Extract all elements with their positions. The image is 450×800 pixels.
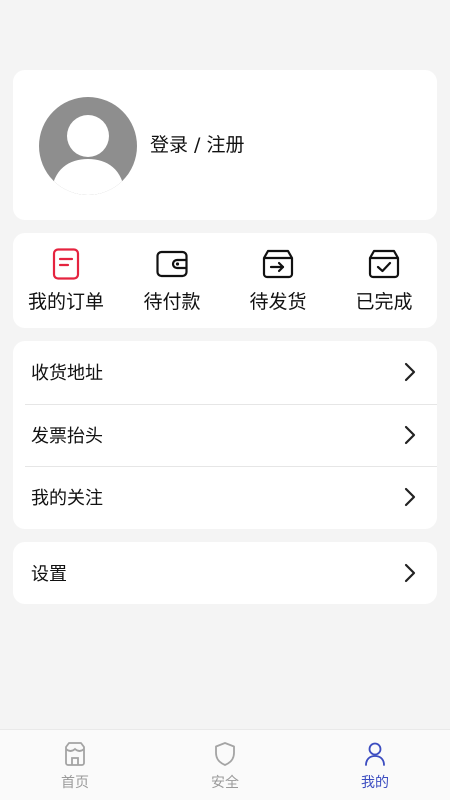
chevron-right-icon xyxy=(404,425,416,444)
tab-security[interactable]: 安全 xyxy=(150,730,300,800)
menu-item-address[interactable]: 收货地址 xyxy=(13,341,437,404)
shipping-box-icon xyxy=(262,249,294,279)
menu-item-settings[interactable]: 设置 xyxy=(13,542,437,604)
avatar[interactable] xyxy=(39,97,137,195)
my-orders-button[interactable]: 我的订单 xyxy=(13,233,119,328)
settings-card: 设置 xyxy=(13,542,437,604)
pending-shipment-button[interactable]: 待发货 xyxy=(225,233,331,328)
bottom-tab-bar: 首页 安全 我的 xyxy=(0,729,450,800)
chevron-right-icon xyxy=(404,363,416,382)
pending-payment-label: 待付款 xyxy=(143,291,201,313)
tab-mine[interactable]: 我的 xyxy=(300,730,450,800)
pending-shipment-label: 待发货 xyxy=(249,291,307,313)
shield-icon xyxy=(215,742,235,766)
home-icon xyxy=(65,742,85,766)
completed-button[interactable]: 已完成 xyxy=(331,233,437,328)
my-orders-label: 我的订单 xyxy=(27,291,104,313)
avatar-silhouette-icon xyxy=(51,115,125,195)
menu-item-label: 发票抬头 xyxy=(31,425,103,447)
wallet-icon xyxy=(156,250,188,278)
tab-home[interactable]: 首页 xyxy=(0,730,150,800)
menu-item-following[interactable]: 我的关注 xyxy=(13,466,437,529)
completed-label: 已完成 xyxy=(355,291,413,313)
profile-card[interactable]: 登录 / 注册 xyxy=(13,70,437,220)
menu-item-label: 我的关注 xyxy=(31,488,103,510)
settings-label: 设置 xyxy=(31,564,67,585)
user-icon xyxy=(365,742,385,766)
tab-security-label: 安全 xyxy=(211,775,239,791)
completed-box-icon xyxy=(368,249,400,279)
order-list-icon xyxy=(52,248,80,280)
tab-mine-label: 我的 xyxy=(361,775,389,791)
chevron-right-icon xyxy=(404,488,416,507)
tab-home-label: 首页 xyxy=(61,775,89,791)
chevron-right-icon xyxy=(404,563,416,583)
orders-card: 我的订单 待付款 待发货 已完成 xyxy=(13,233,437,328)
menu-card: 收货地址 发票抬头 我的关注 xyxy=(13,341,437,529)
menu-item-invoice[interactable]: 发票抬头 xyxy=(13,403,437,467)
menu-item-label: 收货地址 xyxy=(31,363,103,385)
login-register-link[interactable]: 登录 / 注册 xyxy=(150,132,244,158)
pending-payment-button[interactable]: 待付款 xyxy=(119,233,225,328)
